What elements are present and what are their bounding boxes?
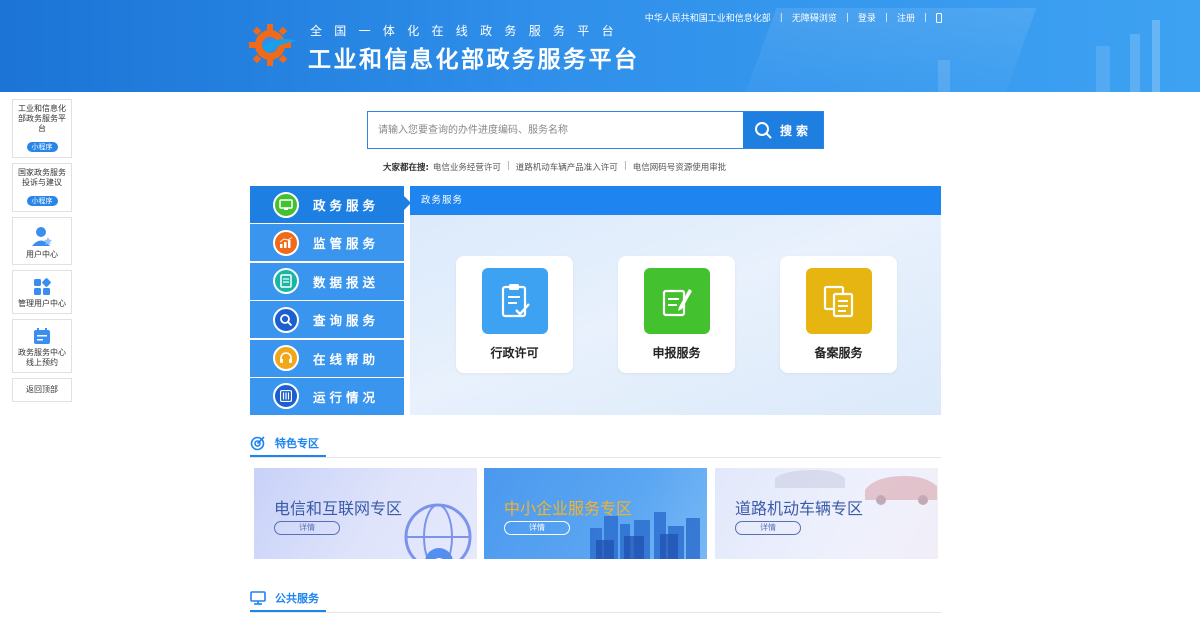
mobile-icon[interactable] bbox=[936, 12, 942, 23]
sidebar-card-label: 政务服务中心线上预约 bbox=[18, 348, 66, 367]
appointment-link[interactable]: 政务服务中心线上预约 bbox=[12, 319, 72, 373]
sidebar-card-label: 用户中心 bbox=[26, 250, 58, 259]
header-title: 工业和信息化部政务服务平台 bbox=[308, 47, 640, 73]
document-icon bbox=[273, 268, 299, 295]
header-decoration bbox=[1152, 20, 1160, 92]
zone-details-button[interactable]: 详情 bbox=[735, 521, 801, 535]
user-icon bbox=[32, 227, 52, 246]
telecom-internet-zone[interactable]: e 电信和互联网专区 详情 bbox=[254, 468, 477, 559]
search-button[interactable]: 搜索 bbox=[743, 112, 823, 148]
page-header: 全国一体化在线政务服务平台 工业和信息化部政务服务平台 中华人民共和国工业和信息… bbox=[0, 0, 1200, 92]
menu-item-label: 政务服务 bbox=[313, 198, 380, 213]
header-decoration bbox=[1130, 34, 1140, 92]
header-subtitle: 全国一体化在线政务服务平台 bbox=[310, 24, 626, 38]
monitor-icon bbox=[250, 590, 266, 605]
hot-searches: 大家都在搜: 电信业务经营许可 | 道路机动车辆产品准入许可 | 电信网码号资源… bbox=[383, 161, 727, 173]
search-button-label: 搜索 bbox=[779, 123, 812, 138]
featured-title: 特色专区 bbox=[275, 436, 319, 450]
public-title: 公共服务 bbox=[275, 591, 319, 605]
search-input[interactable] bbox=[368, 112, 743, 148]
menu-item-government-services[interactable]: 政务服务 bbox=[250, 186, 404, 223]
hot-search-item[interactable]: 电信业务经营许可 bbox=[433, 161, 501, 173]
apps-grid-icon bbox=[34, 278, 51, 295]
service-panel: 政务服务 行政许可 申报服务 备案服务 bbox=[410, 186, 941, 415]
sidebar-card-label: 管理用户中心 bbox=[18, 299, 66, 308]
section-divider bbox=[250, 457, 941, 458]
calendar-icon bbox=[34, 328, 50, 344]
hot-search-item[interactable]: 电信网码号资源使用审批 bbox=[633, 161, 727, 173]
menu-item-supervision[interactable]: 监管服务 bbox=[250, 224, 404, 262]
featured-section-title: 特色专区 bbox=[250, 430, 326, 457]
miniprogram-badge: 小程序 bbox=[26, 142, 58, 152]
zone-title: 电信和互联网专区 bbox=[274, 499, 403, 518]
menu-item-label: 查询服务 bbox=[313, 313, 380, 329]
ministry-link[interactable]: 中华人民共和国工业和信息化部 bbox=[645, 11, 771, 24]
hot-search-label: 大家都在搜: bbox=[383, 163, 429, 173]
login-link[interactable]: 登录 bbox=[858, 11, 876, 24]
menu-item-label: 数据报送 bbox=[313, 274, 380, 290]
floating-sidebar: 工业和信息化部政务服务平台 小程序 国家政务服务投诉与建议 小程序 用户中心 管… bbox=[12, 99, 72, 407]
admin-user-center-link[interactable]: 管理用户中心 bbox=[12, 270, 72, 314]
menu-item-operation-status[interactable]: 运行情况 bbox=[250, 377, 404, 415]
menu-item-online-help[interactable]: 在线帮助 bbox=[250, 339, 404, 377]
service-menu: 政务服务 监管服务 数据报送 查询服务 在线帮助 运行情况 bbox=[250, 186, 404, 415]
administrative-license-card[interactable]: 行政许可 bbox=[456, 256, 573, 373]
search-icon bbox=[754, 122, 772, 139]
magnifier-icon bbox=[273, 306, 299, 333]
sidebar-card-label: 国家政务服务投诉与建议 bbox=[18, 168, 66, 187]
top-links: 中华人民共和国工业和信息化部 | 无障碍浏览 | 登录 | 注册 | bbox=[645, 11, 942, 24]
sidebar-card-label: 工业和信息化部政务服务平台 bbox=[18, 104, 66, 133]
menu-item-label: 运行情况 bbox=[313, 389, 380, 405]
edit-document-icon bbox=[643, 268, 710, 334]
panel-title: 政务服务 bbox=[410, 186, 941, 215]
headset-icon bbox=[273, 345, 299, 372]
sme-service-zone[interactable]: 中小企业服务专区 详情 bbox=[484, 468, 707, 559]
site-logo[interactable] bbox=[248, 21, 298, 69]
public-section-title: 公共服务 bbox=[250, 585, 326, 612]
back-to-top-label: 返回顶部 bbox=[26, 385, 58, 394]
user-center-link[interactable]: 用户中心 bbox=[12, 217, 72, 265]
miniprogram-badge: 小程序 bbox=[26, 196, 58, 206]
zone-title: 道路机动车辆专区 bbox=[735, 499, 864, 518]
miit-miniprogram-card[interactable]: 工业和信息化部政务服务平台 小程序 bbox=[12, 99, 72, 158]
declaration-service-card[interactable]: 申报服务 bbox=[618, 256, 735, 373]
service-name: 申报服务 bbox=[652, 346, 701, 360]
filing-service-card[interactable]: 备案服务 bbox=[780, 256, 897, 373]
accessibility-link[interactable]: 无障碍浏览 bbox=[792, 11, 837, 24]
zone-details-button[interactable]: 详情 bbox=[274, 521, 340, 535]
monitor-icon bbox=[273, 191, 299, 218]
sliders-icon bbox=[273, 383, 299, 410]
svg-text:e: e bbox=[433, 552, 445, 559]
copy-document-icon bbox=[805, 268, 872, 334]
hot-search-item[interactable]: 道路机动车辆产品准入许可 bbox=[516, 161, 618, 173]
menu-item-label: 在线帮助 bbox=[313, 351, 380, 367]
target-icon bbox=[250, 435, 265, 450]
road-vehicles-zone[interactable]: 道路机动车辆专区 详情 bbox=[715, 468, 938, 559]
ie-globe-icon: e bbox=[404, 503, 472, 559]
register-link[interactable]: 注册 bbox=[897, 11, 915, 24]
section-divider bbox=[250, 612, 941, 613]
menu-item-query[interactable]: 查询服务 bbox=[250, 301, 404, 339]
service-name: 行政许可 bbox=[490, 346, 539, 360]
bar-chart-icon bbox=[273, 229, 299, 256]
header-decoration bbox=[1096, 46, 1110, 92]
menu-item-data-reporting[interactable]: 数据报送 bbox=[250, 262, 404, 300]
header-decoration bbox=[938, 60, 950, 92]
zone-title: 中小企业服务专区 bbox=[504, 499, 633, 518]
service-name: 备案服务 bbox=[814, 346, 863, 360]
clipboard-check-icon bbox=[481, 268, 548, 334]
complaint-miniprogram-card[interactable]: 国家政务服务投诉与建议 小程序 bbox=[12, 163, 72, 212]
search-bar: 搜索 bbox=[367, 111, 824, 149]
zone-details-button[interactable]: 详情 bbox=[504, 521, 570, 535]
back-to-top-button[interactable]: 返回顶部 bbox=[12, 378, 72, 402]
menu-item-label: 监管服务 bbox=[313, 236, 380, 252]
